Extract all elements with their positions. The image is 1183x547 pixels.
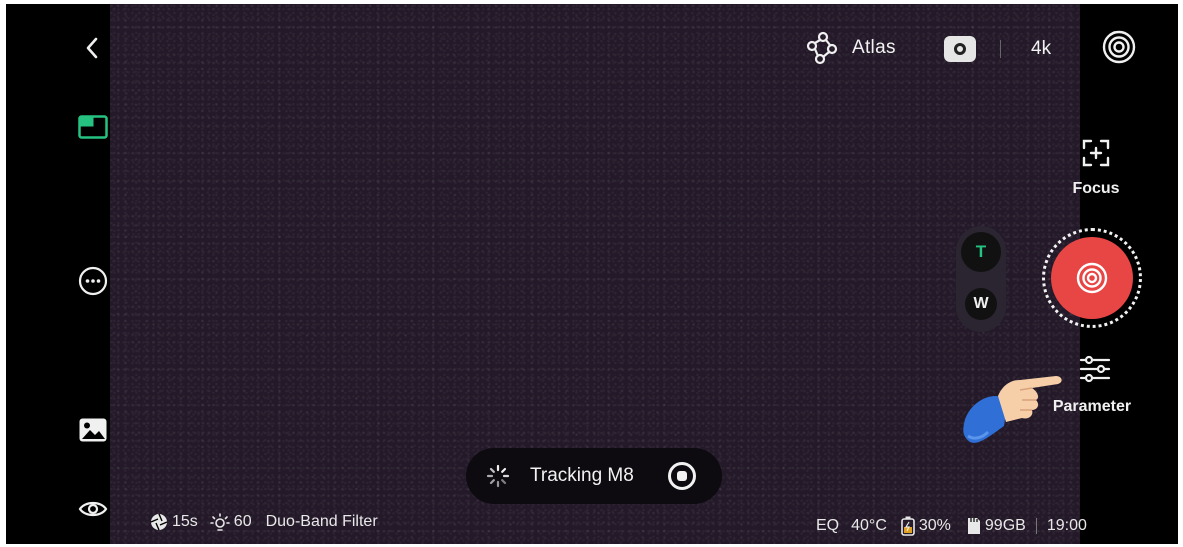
shutter-core [1051, 237, 1133, 319]
shutter-icon [1076, 262, 1108, 294]
zoom-tele-button[interactable]: T [961, 232, 1001, 272]
stop-icon [677, 471, 687, 481]
aperture-icon [150, 513, 168, 531]
back-button[interactable] [78, 32, 106, 64]
focus-button[interactable]: Focus [1061, 134, 1131, 204]
temperature-status: 40°C [851, 517, 887, 534]
parameter-icon [1079, 355, 1111, 383]
capture-mode-badge[interactable] [944, 36, 976, 62]
gallery-icon [79, 418, 107, 442]
gain-value: 60 [233, 513, 252, 530]
filter-status[interactable]: Duo-Band Filter [266, 513, 378, 531]
view-toggle-button[interactable] [76, 494, 110, 524]
camera-switch-icon [1102, 30, 1136, 64]
battery-status: 30% [901, 516, 951, 536]
atlas-label: Atlas [852, 37, 896, 58]
exposure-value: 15s [172, 513, 198, 530]
zoom-selector: T W [956, 226, 1006, 332]
tracking-status-pill: Tracking M8 [466, 448, 722, 504]
stop-tracking-button[interactable] [668, 462, 696, 490]
exposure-status[interactable]: 15s [150, 513, 198, 531]
zoom-wide-button[interactable]: W [965, 288, 997, 320]
shutter-button[interactable] [1042, 228, 1142, 328]
clock: 19:00 [1046, 517, 1087, 534]
capture-status-bar: 15s 60 Duo-Band Filter [150, 512, 378, 532]
eq-status: EQ [816, 517, 840, 534]
eye-icon [78, 501, 108, 517]
battery-icon [901, 516, 915, 536]
gallery-button[interactable] [76, 414, 110, 446]
layout-icon [78, 115, 108, 139]
top-divider [1000, 40, 1001, 58]
focus-label: Focus [1072, 180, 1120, 197]
battery-value: 30% [918, 517, 951, 534]
camera-switch-button[interactable] [1100, 28, 1138, 66]
sun-icon [209, 513, 230, 531]
gain-status[interactable]: 60 [209, 512, 252, 532]
device-status-bar: EQ 40°C 30% 99GB 19:00 [816, 516, 1087, 536]
status-divider [1035, 518, 1037, 534]
atlas-icon [806, 31, 838, 65]
layout-button[interactable] [76, 112, 110, 142]
more-icon [78, 266, 108, 296]
spinner-icon [486, 464, 510, 488]
app-frame: Atlas 4k Focus T W Parameter Tracking M8 [6, 4, 1178, 544]
tracking-label: Tracking M8 [530, 465, 634, 486]
storage-status: 99GB [967, 517, 1026, 535]
more-button[interactable] [76, 264, 110, 298]
atlas-button[interactable]: Atlas [806, 30, 896, 66]
sd-card-icon [967, 518, 980, 534]
focus-icon [1082, 139, 1110, 167]
back-icon [86, 37, 98, 59]
pointing-hand-icon [963, 376, 1062, 443]
resolution-label[interactable]: 4k [1031, 38, 1051, 60]
storage-value: 99GB [984, 517, 1026, 534]
